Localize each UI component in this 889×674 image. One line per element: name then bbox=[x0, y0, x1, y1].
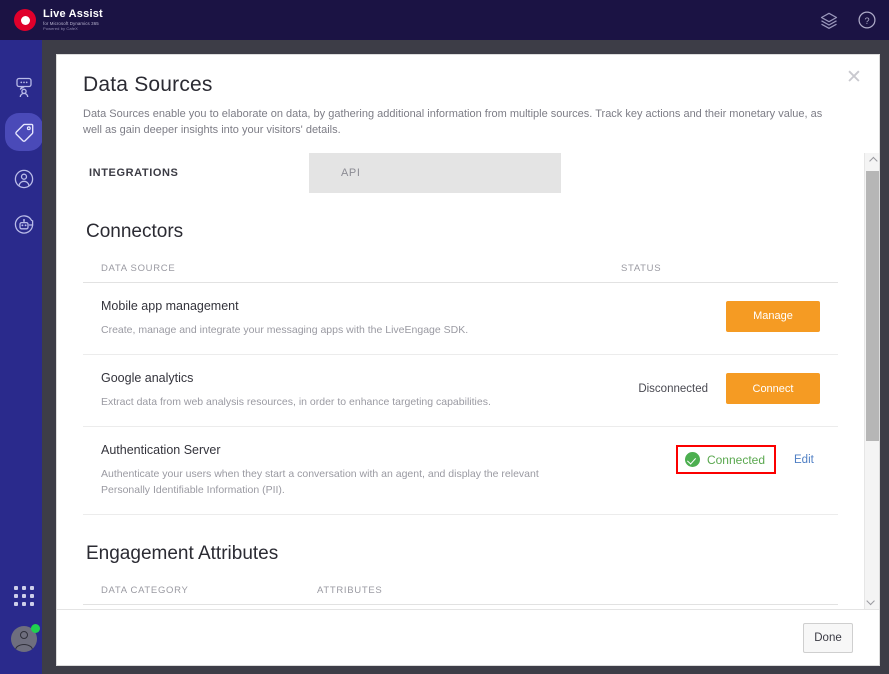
layers-icon[interactable] bbox=[819, 10, 839, 30]
check-circle-icon bbox=[685, 452, 700, 467]
dialog-header: Data Sources Data Sources enable you to … bbox=[57, 55, 879, 139]
column-header-data-category: DATA CATEGORY bbox=[101, 585, 317, 596]
connector-description: Extract data from web analysis resources… bbox=[101, 395, 566, 410]
engagement-column-headers: DATA CATEGORY ATTRIBUTES bbox=[83, 585, 838, 605]
scroll-content: INTEGRATIONS API Connectors DATA SOURCE … bbox=[57, 153, 864, 609]
status-badge: Connected bbox=[707, 453, 765, 467]
agent-chat-icon bbox=[12, 75, 36, 99]
logo-subtitle-secondary: Powered by CafeX bbox=[43, 27, 103, 31]
engagement-attributes-section: Engagement Attributes DATA CATEGORY ATTR… bbox=[57, 543, 864, 605]
engagement-attributes-title: Engagement Attributes bbox=[86, 543, 838, 565]
dialog-body: INTEGRATIONS API Connectors DATA SOURCE … bbox=[57, 153, 879, 609]
manage-button[interactable]: Manage bbox=[726, 301, 820, 332]
app-logo[interactable]: Live Assist for Microsoft Dynamics 365 P… bbox=[14, 9, 103, 32]
tab-bar-filler bbox=[561, 153, 864, 193]
connectors-title: Connectors bbox=[86, 221, 838, 243]
table-row: Google analytics Extract data from web a… bbox=[83, 355, 838, 427]
column-header-status: STATUS bbox=[621, 263, 820, 274]
svg-text:?: ? bbox=[864, 16, 869, 26]
connectors-column-headers: DATA SOURCE STATUS bbox=[83, 263, 838, 283]
table-row: Authentication Server Authenticate your … bbox=[83, 427, 838, 514]
connector-name: Google analytics bbox=[101, 371, 566, 385]
tab-api-label: API bbox=[341, 167, 361, 179]
close-icon[interactable]: ✕ bbox=[843, 67, 865, 89]
done-button[interactable]: Done bbox=[803, 623, 853, 653]
tab-bar: INTEGRATIONS API bbox=[57, 153, 864, 193]
bot-icon bbox=[12, 213, 36, 237]
sidebar-item-engagements[interactable] bbox=[0, 64, 48, 110]
data-sources-dialog: Data Sources Data Sources enable you to … bbox=[56, 54, 880, 666]
sidebar-item-users[interactable] bbox=[0, 156, 48, 202]
edit-link[interactable]: Edit bbox=[794, 454, 820, 466]
tab-integrations-label: INTEGRATIONS bbox=[89, 167, 179, 179]
chevron-up-icon[interactable] bbox=[865, 153, 879, 169]
help-icon[interactable]: ? bbox=[857, 10, 877, 30]
vertical-scrollbar[interactable] bbox=[864, 153, 879, 609]
column-header-data-source: DATA SOURCE bbox=[101, 263, 621, 274]
logo-subtitle: for Microsoft Dynamics 365 bbox=[43, 22, 103, 26]
user-avatar-button[interactable] bbox=[0, 616, 48, 662]
connectors-section: Connectors DATA SOURCE STATUS Mobile app… bbox=[57, 221, 864, 515]
app-launcher-button[interactable] bbox=[0, 576, 48, 616]
tab-api[interactable]: API bbox=[309, 153, 561, 193]
status-badge-highlighted: Connected bbox=[676, 445, 776, 474]
presence-status-dot bbox=[31, 624, 40, 633]
connector-name: Authentication Server bbox=[101, 443, 566, 457]
table-row: Mobile app management Create, manage and… bbox=[83, 283, 838, 355]
left-nav-rail bbox=[0, 40, 48, 674]
connector-name: Mobile app management bbox=[101, 299, 566, 313]
page-title: Data Sources bbox=[83, 73, 853, 97]
dialog-description: Data Sources enable you to elaborate on … bbox=[83, 107, 823, 139]
sidebar-item-bots[interactable] bbox=[0, 202, 48, 248]
sidebar-item-data-sources[interactable] bbox=[0, 110, 48, 156]
connector-description: Authenticate your users when they start … bbox=[101, 467, 566, 497]
logo-mark-icon bbox=[14, 9, 36, 31]
column-header-attributes: ATTRIBUTES bbox=[317, 585, 820, 596]
connector-description: Create, manage and integrate your messag… bbox=[101, 323, 566, 338]
tab-integrations[interactable]: INTEGRATIONS bbox=[57, 153, 309, 193]
logo-title: Live Assist bbox=[43, 9, 103, 20]
tag-icon bbox=[12, 121, 36, 145]
chevron-down-icon[interactable] bbox=[865, 593, 879, 609]
scrollbar-thumb[interactable] bbox=[866, 171, 879, 441]
status-badge: Disconnected bbox=[638, 383, 708, 395]
top-bar: Live Assist for Microsoft Dynamics 365 P… bbox=[0, 0, 889, 40]
dialog-footer: Done bbox=[57, 609, 879, 665]
connect-button[interactable]: Connect bbox=[726, 373, 820, 404]
user-icon bbox=[12, 167, 36, 191]
grid-dots-icon bbox=[14, 586, 34, 606]
